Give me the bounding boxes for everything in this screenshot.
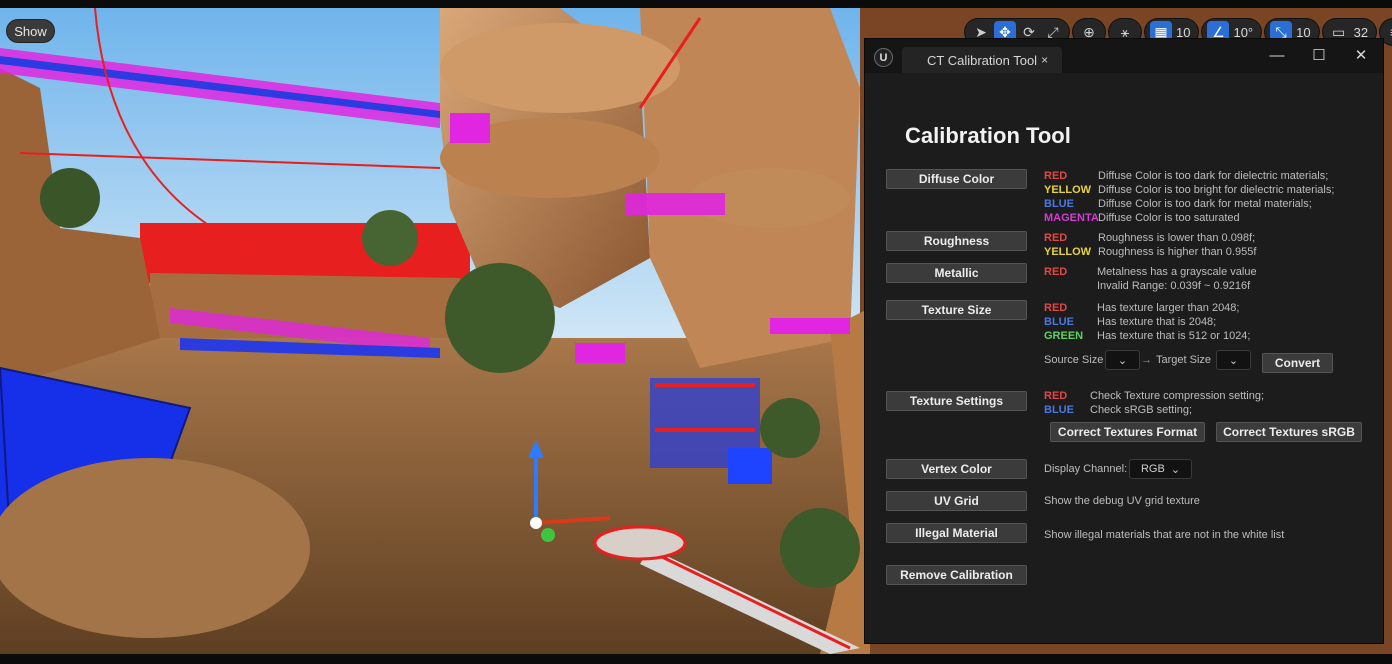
calibration-panel: Calibration Tool Diffuse Color RED Diffu… bbox=[865, 73, 1383, 643]
source-size-label: Source Size bbox=[1044, 354, 1104, 366]
diffuse-color-button[interactable]: Diffuse Color bbox=[886, 169, 1027, 189]
texture-size-tag-green: GREEN bbox=[1044, 330, 1084, 342]
chevron-down-icon: ⌄ bbox=[1228, 354, 1239, 367]
maximize-icon[interactable]: ☐ bbox=[1304, 44, 1334, 66]
diffuse-text-red: Diffuse Color is too dark for dielectric… bbox=[1098, 170, 1329, 182]
roughness-tag-red: RED bbox=[1044, 232, 1068, 244]
texture-settings-tag-red: RED bbox=[1044, 390, 1068, 402]
illegal-material-button[interactable]: Illegal Material bbox=[886, 523, 1027, 543]
vertex-color-button[interactable]: Vertex Color bbox=[886, 459, 1027, 479]
roughness-tag-yellow: YELLOW bbox=[1044, 246, 1092, 258]
panel-title: Calibration Tool bbox=[905, 123, 1071, 148]
diffuse-text-blue: Diffuse Color is too dark for metal mate… bbox=[1098, 198, 1312, 210]
diffuse-tag-yellow: YELLOW bbox=[1044, 184, 1092, 196]
chevron-down-icon: ⌄ bbox=[1170, 463, 1181, 476]
diffuse-text-yellow: Diffuse Color is too bright for dielectr… bbox=[1098, 184, 1335, 196]
convert-button[interactable]: Convert bbox=[1262, 353, 1333, 373]
uv-grid-text: Show the debug UV grid texture bbox=[1044, 495, 1200, 507]
texture-settings-text-blue: Check sRGB setting; bbox=[1090, 404, 1193, 416]
illegal-material-text: Show illegal materials that are not in t… bbox=[1044, 529, 1285, 541]
metallic-text-red: Metalness has a grayscale value bbox=[1097, 266, 1257, 278]
roughness-text-red: Roughness is lower than 0.098f; bbox=[1098, 232, 1256, 244]
texture-size-text-red: Has texture larger than 2048; bbox=[1097, 302, 1240, 314]
diffuse-tag-red: RED bbox=[1044, 170, 1068, 182]
remove-calibration-button[interactable]: Remove Calibration bbox=[886, 565, 1027, 585]
viewport-bottom-border bbox=[0, 654, 1392, 664]
texture-size-button[interactable]: Texture Size bbox=[886, 300, 1027, 320]
display-channel-label: Display Channel: bbox=[1044, 463, 1128, 475]
window-titlebar[interactable]: U CT Calibration Tool × — ☐ ✕ bbox=[865, 39, 1383, 73]
target-size-dropdown[interactable]: ⌄ bbox=[1216, 350, 1251, 370]
texture-size-tag-red: RED bbox=[1044, 302, 1068, 314]
calibration-tool-window: U CT Calibration Tool × — ☐ ✕ Calibratio… bbox=[864, 38, 1384, 644]
metallic-button[interactable]: Metallic bbox=[886, 263, 1027, 283]
correct-textures-format-button[interactable]: Correct Textures Format bbox=[1050, 422, 1205, 442]
arrow-right-icon: → bbox=[1141, 354, 1152, 366]
metallic-tag-red: RED bbox=[1044, 266, 1068, 278]
texture-size-text-blue: Has texture that is 2048; bbox=[1097, 316, 1217, 328]
texture-settings-tag-blue: BLUE bbox=[1044, 404, 1074, 416]
chevron-down-icon: ⌄ bbox=[1117, 354, 1128, 367]
display-channel-value: RGB bbox=[1140, 463, 1165, 475]
diffuse-text-magenta: Diffuse Color is too saturated bbox=[1098, 212, 1240, 224]
display-channel-dropdown[interactable]: RGB ⌄ bbox=[1129, 459, 1192, 479]
source-size-dropdown[interactable]: ⌄ bbox=[1105, 350, 1140, 370]
metallic-invalid-range: Invalid Range: 0.039f ~ 0.9216f bbox=[1097, 280, 1251, 292]
tab-ct-calibration-tool[interactable]: CT Calibration Tool × bbox=[902, 47, 1062, 73]
close-window-icon[interactable]: ✕ bbox=[1346, 44, 1376, 66]
correct-textures-srgb-button[interactable]: Correct Textures sRGB bbox=[1216, 422, 1362, 442]
texture-size-tag-blue: BLUE bbox=[1044, 316, 1074, 328]
diffuse-tag-magenta: MAGENTA bbox=[1044, 212, 1099, 224]
unreal-logo-icon: U bbox=[874, 48, 893, 67]
viewport-top-border bbox=[0, 0, 1392, 8]
roughness-text-yellow: Roughness is higher than 0.955f bbox=[1098, 246, 1257, 258]
texture-settings-text-red: Check Texture compression setting; bbox=[1090, 390, 1265, 402]
target-size-label: Target Size bbox=[1156, 354, 1212, 366]
uv-grid-button[interactable]: UV Grid bbox=[886, 491, 1027, 511]
tab-label: CT Calibration Tool bbox=[927, 52, 1038, 68]
texture-settings-button[interactable]: Texture Settings bbox=[886, 391, 1027, 411]
options-menu-icon[interactable]: ≡ bbox=[1383, 21, 1392, 43]
texture-size-text-green: Has texture that is 512 or 1024; bbox=[1097, 330, 1251, 342]
tab-close-icon[interactable]: × bbox=[1041, 53, 1048, 67]
roughness-button[interactable]: Roughness bbox=[886, 231, 1027, 251]
minimize-icon[interactable]: — bbox=[1262, 44, 1292, 66]
viewport-show-button[interactable]: Show bbox=[7, 20, 54, 42]
diffuse-tag-blue: BLUE bbox=[1044, 198, 1074, 210]
